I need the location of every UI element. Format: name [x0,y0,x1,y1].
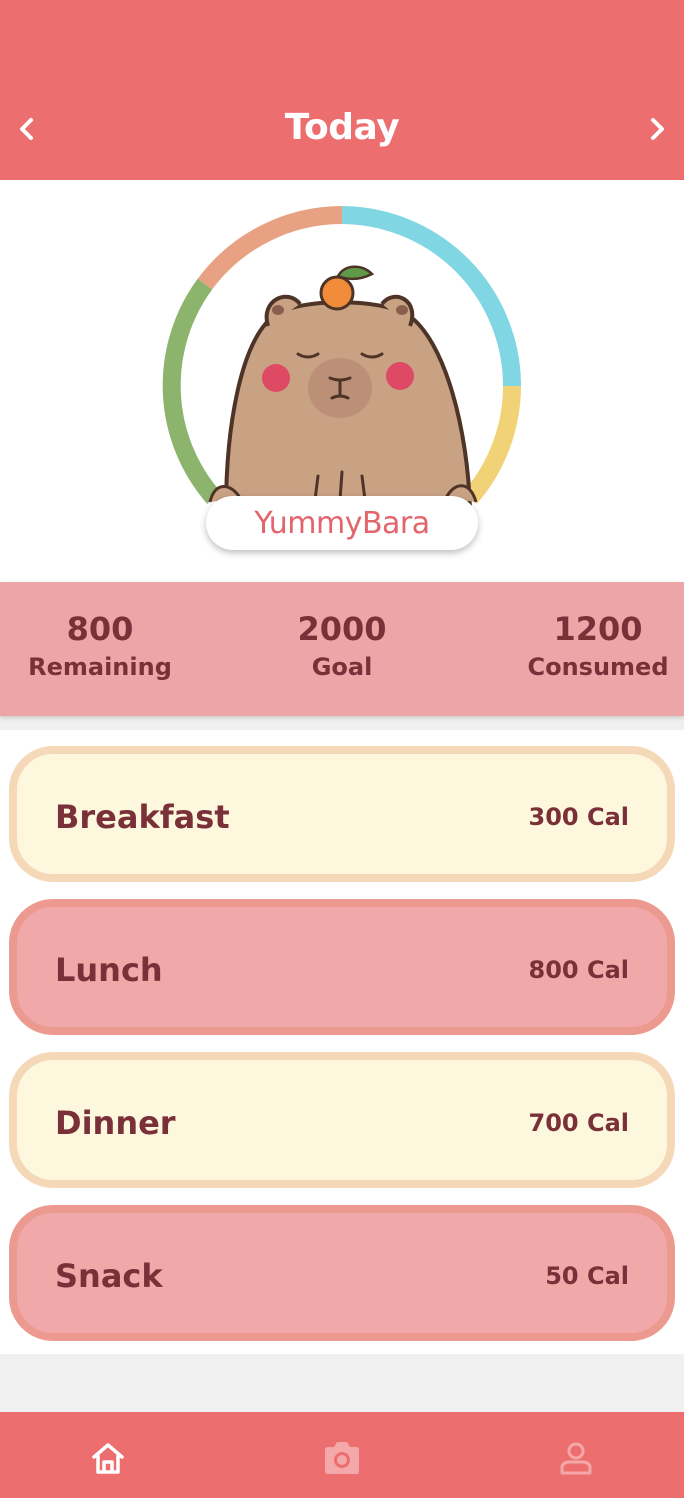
meal-calories: 300 Cal [528,803,630,831]
goal-label: Goal [311,653,373,681]
meal-card-lunch[interactable]: Lunch 800 Cal [9,899,675,1035]
meal-name: Snack [55,1257,163,1295]
mascot-name-badge: YummyBara [206,496,478,550]
bottom-tab-bar [0,1412,684,1498]
profile-icon [560,1442,592,1475]
meal-name: Dinner [55,1104,176,1142]
camera-icon [325,1442,359,1474]
consumed-label: Consumed [527,653,669,681]
meal-card-dinner[interactable]: Dinner 700 Cal [9,1052,675,1188]
tab-home[interactable] [88,1438,128,1478]
page-title: Today [284,107,400,148]
consumed-value: 1200 [553,610,643,648]
app-header: Today [0,0,684,180]
remaining-value: 800 [66,610,134,648]
meal-calories: 800 Cal [528,956,630,984]
mascot-panel: YummyBara [0,180,684,582]
home-icon [92,1443,124,1474]
remaining-label: Remaining [28,653,172,681]
mascot-name: YummyBara [254,505,430,541]
meal-card-breakfast[interactable]: Breakfast 300 Cal [9,746,675,882]
meal-card-snack[interactable]: Snack 50 Cal [9,1205,675,1341]
meal-calories: 700 Cal [528,1109,630,1137]
chevron-right-icon [651,118,664,140]
meal-calories: 50 Cal [545,1262,629,1290]
tab-profile[interactable] [556,1438,596,1478]
meal-name: Lunch [55,951,163,989]
meal-list: Breakfast 300 Cal Lunch 800 Cal Dinner 7… [0,730,684,1354]
goal-value: 2000 [297,610,387,648]
goal-stat: 2000 Goal [256,610,428,682]
consumed-stat: 1200 Consumed [518,610,678,682]
calorie-summary: 800 Remaining 2000 Goal 1200 Consumed [0,582,684,716]
tab-camera[interactable] [322,1438,362,1478]
meal-name: Breakfast [55,798,230,836]
next-day-button[interactable] [640,112,674,146]
remaining-stat: 800 Remaining [14,610,186,682]
